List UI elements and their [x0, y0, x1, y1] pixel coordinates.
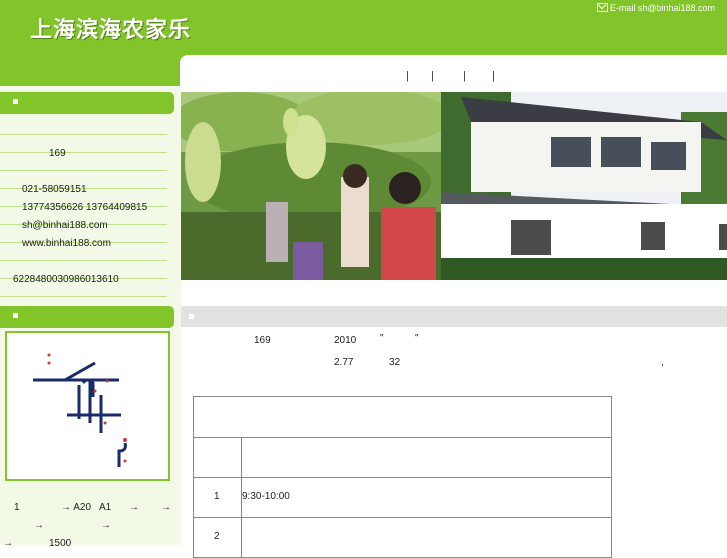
nav-separator: | [406, 70, 409, 82]
intro-text: " [415, 333, 419, 344]
route-section-header [0, 306, 174, 328]
divider [0, 296, 167, 297]
divider [0, 152, 167, 153]
divider [0, 170, 167, 171]
route-arrow: → [129, 502, 139, 513]
divider [0, 134, 167, 135]
bullet-icon [13, 313, 18, 318]
route-map[interactable] [5, 331, 170, 481]
table-row: 1 [194, 477, 241, 517]
intro-text: " [380, 333, 384, 344]
table-cell-num: 1 [214, 491, 220, 502]
table-border [194, 477, 611, 478]
contact-phone: 021-58059151 [22, 184, 87, 195]
contact-section-header [0, 92, 174, 114]
bullet-icon [13, 99, 18, 104]
route-arrow: → [101, 520, 111, 531]
route-arrow: → [3, 538, 13, 549]
grape-harvest-photo [181, 92, 441, 280]
route-step: 1 [14, 502, 20, 513]
table-cell-time: 9:30-10:00 [242, 491, 290, 502]
nav-separator: | [492, 70, 495, 82]
route-step: A1 [99, 502, 112, 513]
table-row: 2 [194, 517, 241, 557]
intro-text: 32 [389, 357, 401, 368]
intro-text: , [661, 357, 664, 368]
route-step: → A20 [61, 502, 92, 513]
contact-address: 169 [49, 148, 66, 159]
bullet-icon [189, 314, 194, 319]
table-border [194, 517, 611, 518]
intro-text: 169 [254, 335, 271, 346]
email-label: E-mail sh@binhai188.com [609, 3, 715, 13]
contact-email[interactable]: sh@binhai188.com [22, 220, 108, 231]
divider [0, 260, 167, 261]
contact-mobile: 13774356626 13764409815 [22, 202, 148, 213]
contact-bank-account: 6228480030986013610 [13, 274, 119, 285]
nav-separator: | [463, 70, 466, 82]
nav-separator: | [431, 70, 434, 82]
route-arrow: → [161, 502, 171, 513]
email-link[interactable]: E-mail sh@binhai188.com [596, 3, 715, 13]
table-cell-num: 2 [214, 531, 220, 542]
intro-text: 2.77 [334, 357, 354, 368]
intro-text: 2010 [334, 335, 357, 346]
intro-section-header [181, 306, 727, 327]
site-logo[interactable]: 上海滨海农家乐 [30, 12, 191, 44]
farmhouse-photo [441, 92, 727, 280]
route-arrow: → [34, 520, 44, 531]
contact-website[interactable]: www.binhai188.com [22, 238, 111, 249]
table-border [194, 437, 611, 438]
schedule-table: 1 9:30-10:00 2 [193, 396, 612, 558]
email-icon [596, 3, 608, 12]
nav-bar [180, 55, 727, 93]
route-distance: 1500 [49, 538, 72, 549]
map-icon [33, 353, 127, 467]
